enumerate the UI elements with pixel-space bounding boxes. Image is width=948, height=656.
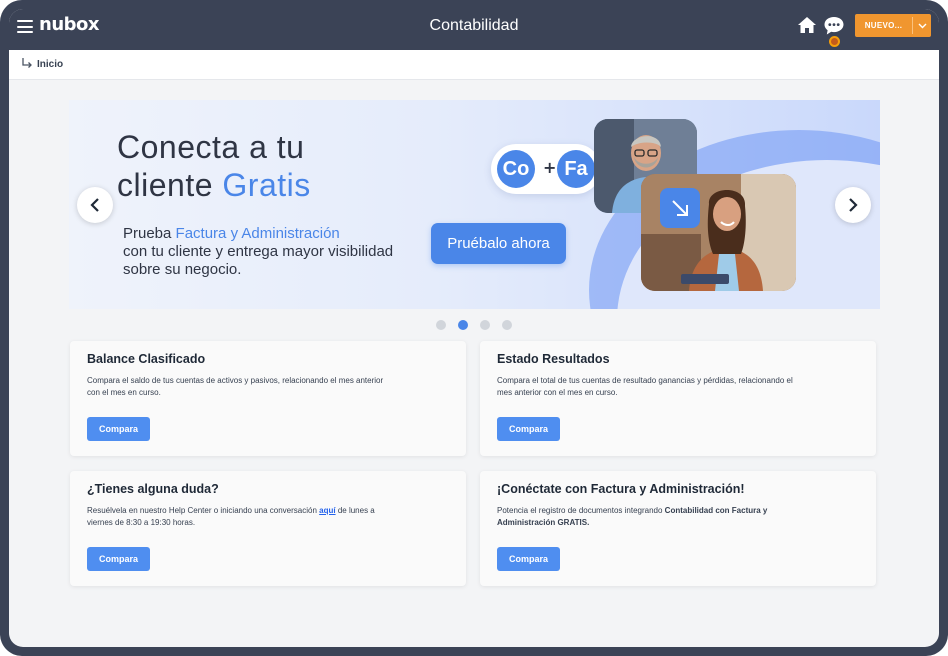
banner-sub-rest: con tu cliente y entrega mayor visibilid… [123,243,394,278]
card-desc-text: Potencia el registro de documentos integ… [497,506,665,515]
carousel-dot-1[interactable] [436,320,446,330]
plus-sign: + [543,158,557,177]
breadcrumb-inicio[interactable]: Inicio [37,59,63,70]
fa-badge: Fa [557,150,595,188]
card-title: Estado Resultados [497,352,610,366]
card-title: ¿Tienes alguna duda? [87,482,219,496]
card-title: ¡Conéctate con Factura y Administración! [497,482,745,496]
card-balance-clasificado: Balance Clasificado Compara el saldo de … [70,341,466,456]
card-conectate: ¡Conéctate con Factura y Administración!… [480,471,876,586]
carousel-prev-button[interactable] [77,187,113,223]
nuevo-button-label: NUEVO... [864,21,903,30]
compara-button[interactable]: Compara [497,547,560,571]
chevron-left-icon [90,198,99,212]
banner-title-line2: cliente Gratis [117,166,311,204]
card-title: Balance Clasificado [87,352,206,366]
arrow-down-right-icon [672,200,688,216]
banner-title-plain: cliente [117,167,223,203]
notification-indicator[interactable] [829,36,840,47]
card-help: ¿Tienes alguna duda? Resuélvela en nuest… [70,471,466,586]
card-desc-text: Resuélvela en nuestro Help Center o inic… [87,506,320,515]
nuevo-dropdown-toggle[interactable] [913,14,931,37]
carousel-dot-3[interactable] [480,320,490,330]
banner-subtitle: Prueba Factura y Administración con tu cl… [123,225,423,279]
banner-title-accent: Gratis [222,167,311,203]
diagonal-arrow-tile [660,188,700,228]
chat-icon[interactable] [823,16,845,36]
top-bar: nubox Contabilidad NUEVO... [9,9,939,50]
compara-button[interactable]: Compara [87,547,150,571]
card-description: Potencia el registro de documentos integ… [497,505,797,529]
nuevo-button[interactable]: NUEVO... [855,14,931,37]
return-arrow-icon [22,58,32,68]
carousel-next-button[interactable] [835,187,871,223]
carousel-dots [9,320,939,330]
compara-button[interactable]: Compara [497,417,560,441]
chevron-right-icon [849,198,858,212]
home-icon[interactable] [797,16,817,34]
breadcrumb: Inicio [9,50,939,80]
try-now-button[interactable]: Pruébalo ahora [431,223,566,264]
promo-banner: Conecta a tu cliente Gratis Prueba Factu… [69,100,880,309]
banner-sub-accent: Factura y Administración [175,225,340,242]
banner-title: Conecta a tu cliente Gratis [117,128,311,204]
device-frame: nubox Contabilidad NUEVO... Inicio Conec… [0,0,948,656]
banner-sub-plain: Prueba [123,225,176,242]
carousel-dot-4[interactable] [502,320,512,330]
banner-title-line1: Conecta a tu [117,129,305,165]
co-fa-pill: Co + Fa [491,144,601,194]
chevron-down-icon [918,23,926,28]
card-description: Compara el total de tus cuentas de resul… [497,376,793,397]
card-estado-resultados: Estado Resultados Compara el total de tu… [480,341,876,456]
compara-button[interactable]: Compara [87,417,150,441]
carousel-dot-2[interactable] [458,320,468,330]
help-link[interactable]: aquí [319,506,335,515]
card-description: Compara el saldo de tus cuentas de activ… [87,376,384,397]
app-screen: nubox Contabilidad NUEVO... Inicio Conec… [9,9,939,647]
co-badge: Co [497,150,535,188]
card-description: Resuélvela en nuestro Help Center o inic… [87,505,387,529]
